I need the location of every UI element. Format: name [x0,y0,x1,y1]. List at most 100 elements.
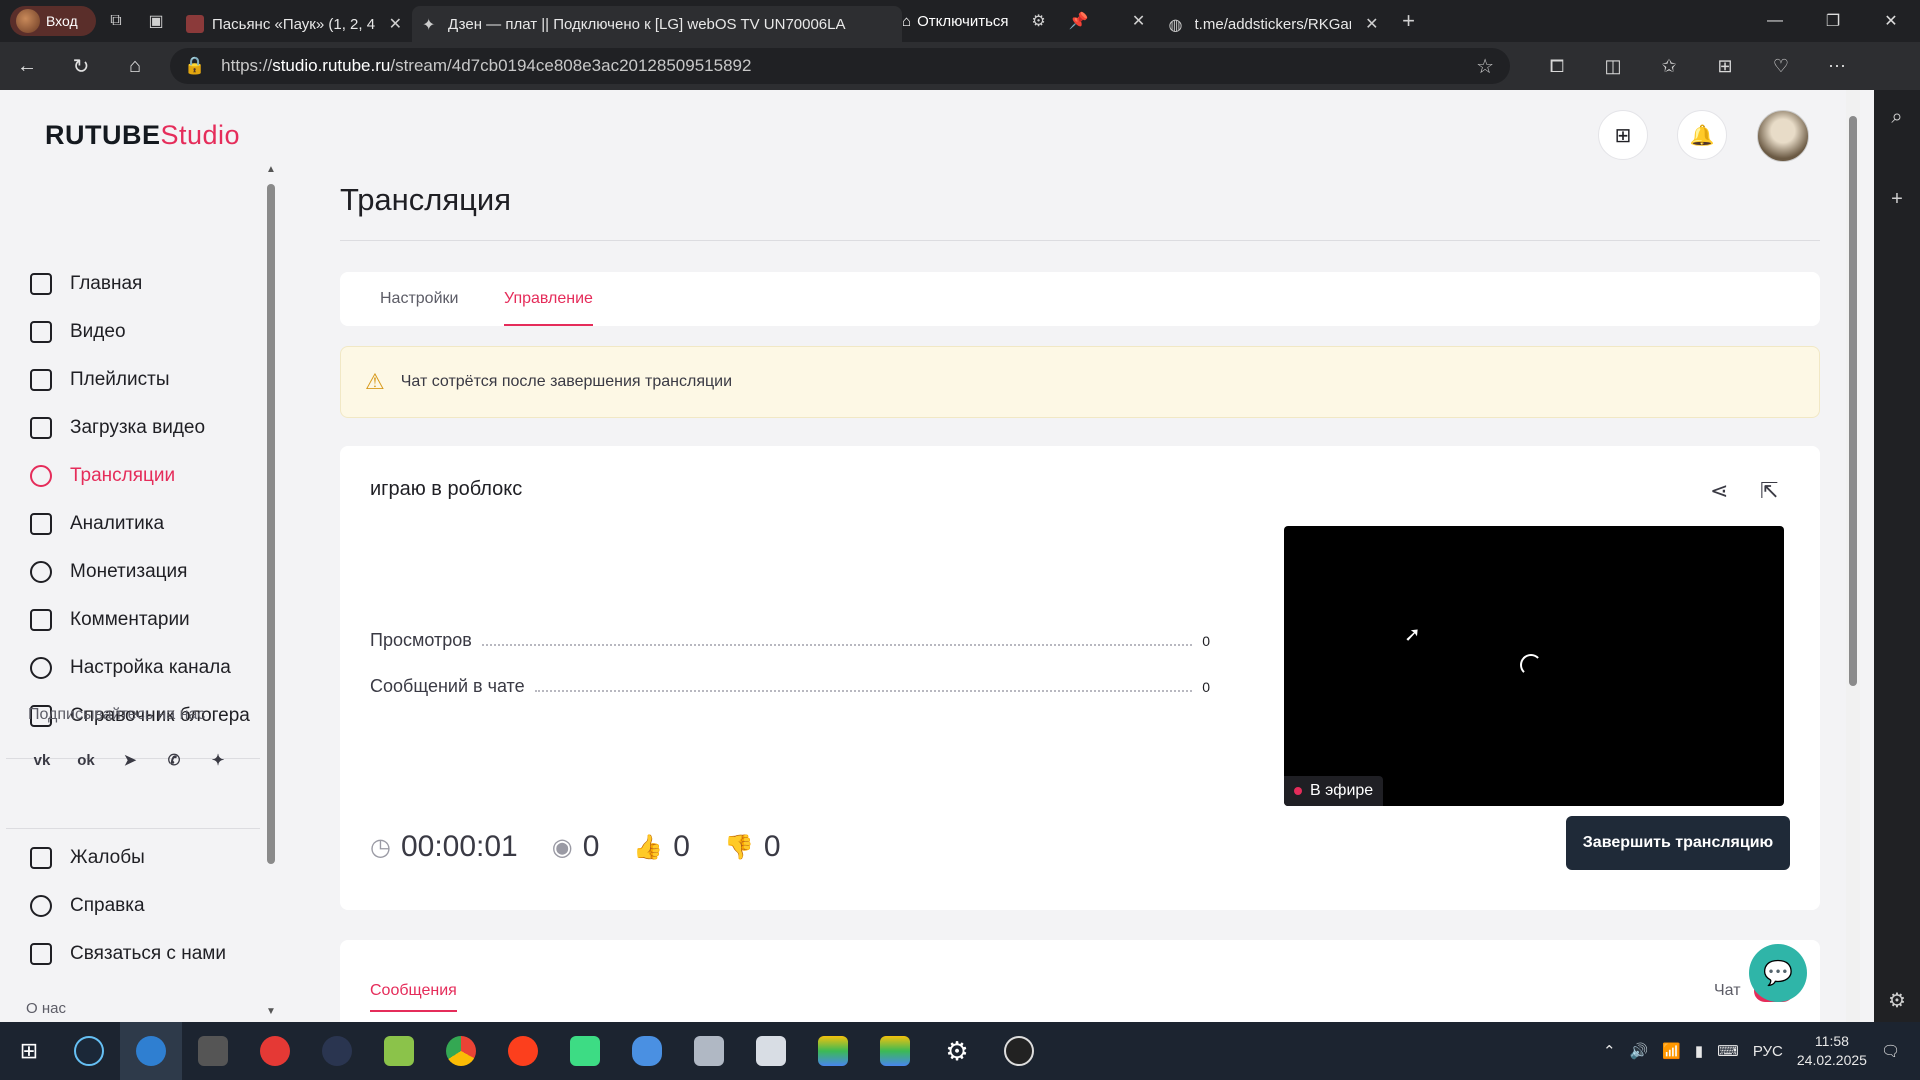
favorite-star-icon[interactable]: ☆ [1476,54,1494,79]
end-stream-button[interactable]: Завершить трансляцию [1566,816,1790,870]
vk-icon[interactable]: vk [28,746,56,774]
clock[interactable]: 11:58 24.02.2025 [1797,1032,1867,1070]
ok-icon[interactable]: ok [72,746,100,774]
about-link[interactable]: О нас [26,1000,66,1017]
browser-tab-dzen[interactable]: ✦ Дзен — плат || Подключено к [LG] webOS… [412,6,902,42]
files-app-icon[interactable] [678,1022,740,1080]
signal-icon[interactable]: ▮ [1695,1042,1703,1060]
sidebar-item-upload[interactable]: Загрузка видео [30,408,260,448]
home-icon[interactable]: ⌂ [108,46,162,86]
tab-settings[interactable]: Настройки [380,272,458,326]
disconnect-cast-button[interactable]: ⌂ Отключиться [902,13,1009,30]
notes-app-icon[interactable] [368,1022,430,1080]
language-indicator[interactable]: РУС [1753,1043,1783,1060]
network-icon[interactable]: 📶 [1662,1042,1681,1060]
sidebar-item-video[interactable]: Видео [30,312,260,352]
favorites-icon[interactable]: ✩ [1644,48,1694,84]
bluestacks-2-icon[interactable] [864,1022,926,1080]
tab-management[interactable]: Управление [504,272,593,326]
create-button[interactable]: ⊞ [1598,110,1648,160]
sidebar-divider [6,828,260,829]
sidebar-item-streams[interactable]: Трансляции [30,456,260,496]
sidebar-scrollbar[interactable]: ▲ ▼ [264,160,278,1022]
tab-messages[interactable]: Сообщения [370,982,457,1012]
restore-icon[interactable]: ❐ [1804,0,1862,42]
tab-actions-icon[interactable]: ▣ [136,5,176,37]
sidebar-item-analytics[interactable]: Аналитика [30,504,260,544]
minimize-icon[interactable]: — [1746,0,1804,42]
cloud-icon[interactable] [616,1022,678,1080]
browser-tab-telegram[interactable]: ◍ t.me/addstickers/RKGam... ✕ [1159,6,1389,42]
sidebar-item-complaints[interactable]: Жалобы [30,838,260,878]
chat-warning-alert: ⚠ Чат сотрётся после завершения трансляц… [340,346,1820,418]
sidebar-item-help[interactable]: Справка [30,886,260,926]
chrome-icon[interactable] [430,1022,492,1080]
media-app-icon[interactable] [182,1022,244,1080]
extensions-icon[interactable]: ⧠ [1532,48,1582,84]
back-icon[interactable]: ← [0,46,54,86]
scrollbar-thumb[interactable] [1849,116,1857,686]
close-window-icon[interactable]: ✕ [1862,0,1920,42]
external-link-icon[interactable]: ⇱ [1760,478,1778,504]
edge-icon[interactable] [120,1022,182,1080]
viber-icon[interactable]: ✆ [160,746,188,774]
profile-button[interactable]: Вход [10,6,96,36]
document-app-icon[interactable] [740,1022,802,1080]
page-scrollbar[interactable] [1846,90,1860,1022]
bluestacks-icon[interactable] [802,1022,864,1080]
notifications-icon[interactable]: 🗨 [1881,1042,1900,1060]
sidebar-item-home[interactable]: Главная [30,264,260,304]
telegram-icon[interactable]: ➤ [116,746,144,774]
more-icon[interactable]: ⋯ [1812,48,1862,84]
notifications-button[interactable]: 🔔 [1677,110,1727,160]
collections-icon[interactable]: ⊞ [1700,48,1750,84]
scroll-down-icon[interactable]: ▼ [266,1006,276,1017]
sidebar-item-contact[interactable]: Связаться с нами [30,934,260,974]
keyboard-icon[interactable]: ⌨ [1717,1042,1739,1060]
chevron-up-icon[interactable]: ⌃ [1603,1042,1616,1060]
search-icon[interactable]: ⌕ [1874,106,1920,129]
dotted-leader [534,690,1193,692]
health-icon[interactable]: ♡ [1756,48,1806,84]
windows-start-icon[interactable]: ⊞ [0,1022,58,1080]
unreal-icon[interactable] [306,1022,368,1080]
split-screen-icon[interactable]: ◫ [1588,48,1638,84]
sidebar-item-monetization[interactable]: Монетизация [30,552,260,592]
android-app-icon[interactable] [554,1022,616,1080]
pin-icon[interactable]: 📌 [1059,5,1099,37]
url-path: /stream/4d7cb0194ce808e3ac20128509515892 [390,56,752,75]
sidebar-item-label: Связаться с нами [70,943,226,964]
share-icon[interactable]: ⋖ [1710,478,1728,504]
yandex-icon[interactable] [492,1022,554,1080]
steam-icon[interactable] [58,1022,120,1080]
live-dot-icon [1294,787,1302,795]
add-icon[interactable]: + [1874,188,1920,211]
workspaces-icon[interactable]: ⧉ [96,5,136,37]
scroll-up-icon[interactable]: ▲ [266,164,276,175]
browser-extensions: ⧠ ◫ ✩ ⊞ ♡ ⋯ [1532,48,1862,84]
gear-icon[interactable]: ⚙ [1019,5,1059,37]
browser-tab-solitaire[interactable]: Пасьянс «Паук» (1, 2, 4 масти) ✕ [176,6,412,42]
avatar[interactable] [1757,110,1809,162]
close-icon[interactable]: ✕ [1365,14,1378,34]
url-field[interactable]: 🔒 https://studio.rutube.ru/stream/4d7cb0… [170,48,1510,84]
obs-icon[interactable] [988,1022,1050,1080]
support-chat-button[interactable]: 💬 [1749,944,1807,1002]
yandex-browser-icon[interactable] [244,1022,306,1080]
sidebar-item-channel-settings[interactable]: Настройка канала [30,648,260,688]
gear-icon[interactable]: ⚙ [1874,988,1920,1013]
refresh-icon[interactable]: ↻ [54,46,108,86]
close-icon[interactable]: ✕ [1119,5,1159,37]
new-tab-icon[interactable]: + [1389,5,1429,37]
rutube-studio-logo[interactable]: RUTUBEStudio [45,120,240,151]
gear-icon[interactable]: ⚙ [926,1022,988,1080]
sidebar-item-playlists[interactable]: Плейлисты [30,360,260,400]
close-icon[interactable]: ✕ [389,14,402,34]
views-value: 0 [1202,633,1210,649]
scrollbar-thumb[interactable] [267,184,275,864]
sidebar-item-comments[interactable]: Комментарии [30,600,260,640]
stream-player[interactable]: В эфире [1284,526,1784,806]
upload-icon [30,417,52,439]
volume-icon[interactable]: 🔊 [1630,1042,1649,1060]
dzen-icon[interactable]: ✦ [204,746,232,774]
